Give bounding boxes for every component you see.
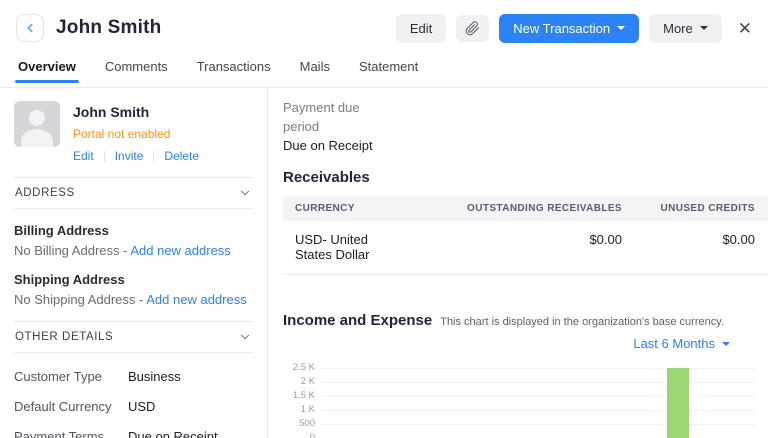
customer-sidebar: John Smith Portal not enabled Edit Invit… bbox=[0, 88, 268, 438]
income-expense-header: Income and Expense This chart is display… bbox=[283, 312, 768, 329]
billing-address-empty: No Billing Address - Add new address bbox=[14, 243, 253, 258]
tab-bar: Overview Comments Transactions Mails Sta… bbox=[0, 56, 768, 88]
attachment-button[interactable] bbox=[456, 15, 489, 42]
page-header: John Smith Edit New Transaction More ✕ bbox=[0, 0, 768, 56]
caret-down-icon bbox=[617, 26, 625, 30]
edit-button[interactable]: Edit bbox=[396, 14, 446, 43]
person-icon bbox=[29, 110, 45, 126]
new-transaction-button[interactable]: New Transaction bbox=[499, 14, 639, 43]
profile-block: John Smith Portal not enabled Edit Invit… bbox=[14, 88, 253, 163]
income-expense-chart: 2.5 K 2 K 1.5 K 1 K 500 0 bbox=[283, 368, 768, 438]
other-details-section-header[interactable]: OTHER DETAILS bbox=[14, 321, 253, 353]
tab-mails[interactable]: Mails bbox=[299, 56, 331, 83]
other-details-rows: Customer Type Business Default Currency … bbox=[14, 369, 253, 438]
paperclip-icon bbox=[465, 21, 480, 36]
unused-credits-cell: $0.00 bbox=[622, 232, 768, 262]
default-currency-value: USD bbox=[128, 399, 155, 414]
profile-info: John Smith Portal not enabled Edit Invit… bbox=[73, 101, 199, 163]
new-transaction-label: New Transaction bbox=[513, 21, 610, 36]
ytick: 1 K bbox=[301, 404, 315, 415]
close-button[interactable]: ✕ bbox=[738, 20, 752, 37]
income-expense-subtitle: This chart is displayed in the organizat… bbox=[440, 316, 724, 328]
default-currency-label: Default Currency bbox=[14, 399, 128, 414]
portal-status-text: Portal not enabled bbox=[73, 127, 199, 141]
header-actions: Edit New Transaction More ✕ bbox=[396, 14, 752, 43]
default-currency-row: Default Currency USD bbox=[14, 399, 253, 414]
ytick: 2 K bbox=[301, 376, 315, 387]
table-row: USD- United States Dollar $0.00 $0.00 bbox=[283, 221, 768, 275]
chevron-down-icon[interactable] bbox=[238, 330, 252, 344]
tab-statement[interactable]: Statement bbox=[358, 56, 419, 83]
more-label: More bbox=[663, 21, 693, 36]
caret-down-icon bbox=[722, 342, 730, 346]
billing-address-label: Billing Address bbox=[14, 223, 253, 238]
caret-down-icon bbox=[700, 26, 708, 30]
ytick: 500 bbox=[299, 418, 315, 429]
payment-due-value: Due on Receipt bbox=[283, 136, 768, 155]
shipping-address-label: Shipping Address bbox=[14, 272, 253, 287]
address-section-title: ADDRESS bbox=[15, 187, 75, 199]
avatar bbox=[14, 101, 60, 147]
receivables-table: CURRENCY OUTSTANDING RECEIVABLES UNUSED … bbox=[283, 196, 768, 275]
add-shipping-address-link[interactable]: Add new address bbox=[146, 292, 246, 307]
customer-name: John Smith bbox=[73, 104, 199, 120]
customer-type-row: Customer Type Business bbox=[14, 369, 253, 384]
page-title: John Smith bbox=[56, 17, 161, 39]
range-selector[interactable]: Last 6 Months bbox=[633, 336, 730, 351]
content-area: John Smith Portal not enabled Edit Invit… bbox=[0, 88, 768, 438]
chart-plot-area bbox=[321, 368, 756, 438]
address-section-header[interactable]: ADDRESS bbox=[14, 177, 253, 209]
tab-overview[interactable]: Overview bbox=[17, 56, 77, 83]
customer-type-label: Customer Type bbox=[14, 369, 128, 384]
customer-type-value: Business bbox=[128, 369, 181, 384]
payment-due-label: Payment due period bbox=[283, 98, 383, 136]
receivables-title: Receivables bbox=[283, 169, 768, 186]
chevron-left-icon bbox=[23, 21, 37, 35]
ytick: 1.5 K bbox=[293, 390, 315, 401]
ytick: 2.5 K bbox=[293, 362, 315, 373]
overview-panel: Payment due period Due on Receipt Receiv… bbox=[268, 88, 768, 438]
back-button[interactable] bbox=[16, 14, 44, 42]
receivables-table-header: CURRENCY OUTSTANDING RECEIVABLES UNUSED … bbox=[283, 196, 768, 221]
payment-terms-value: Due on Receipt bbox=[128, 429, 218, 438]
more-button[interactable]: More bbox=[649, 14, 722, 43]
col-outstanding-receivables: OUTSTANDING RECEIVABLES bbox=[407, 203, 622, 214]
profile-actions: Edit Invite Delete bbox=[73, 149, 199, 163]
outstanding-cell: $0.00 bbox=[407, 232, 622, 262]
payment-terms-label: Payment Terms bbox=[14, 429, 128, 438]
col-currency: CURRENCY bbox=[283, 203, 407, 214]
payment-terms-row: Payment Terms Due on Receipt bbox=[14, 429, 253, 438]
ytick: 0 bbox=[310, 432, 315, 438]
edit-link[interactable]: Edit bbox=[73, 149, 94, 163]
payment-due-block: Payment due period Due on Receipt bbox=[283, 98, 768, 155]
income-expense-title: Income and Expense bbox=[283, 312, 432, 329]
other-details-section-title: OTHER DETAILS bbox=[15, 331, 113, 343]
range-selector-row: Last 6 Months bbox=[283, 336, 768, 351]
chevron-down-icon[interactable] bbox=[238, 186, 252, 200]
chart-y-axis: 2.5 K 2 K 1.5 K 1 K 500 0 bbox=[283, 368, 321, 438]
currency-cell: USD- United States Dollar bbox=[283, 232, 407, 262]
invite-link[interactable]: Invite bbox=[115, 149, 144, 163]
income-bar[interactable] bbox=[667, 368, 689, 438]
add-billing-address-link[interactable]: Add new address bbox=[130, 243, 230, 258]
shipping-address-empty: No Shipping Address - Add new address bbox=[14, 292, 253, 307]
tab-transactions[interactable]: Transactions bbox=[196, 56, 272, 83]
delete-link[interactable]: Delete bbox=[164, 149, 199, 163]
tab-comments[interactable]: Comments bbox=[104, 56, 169, 83]
col-unused-credits: UNUSED CREDITS bbox=[622, 203, 768, 214]
